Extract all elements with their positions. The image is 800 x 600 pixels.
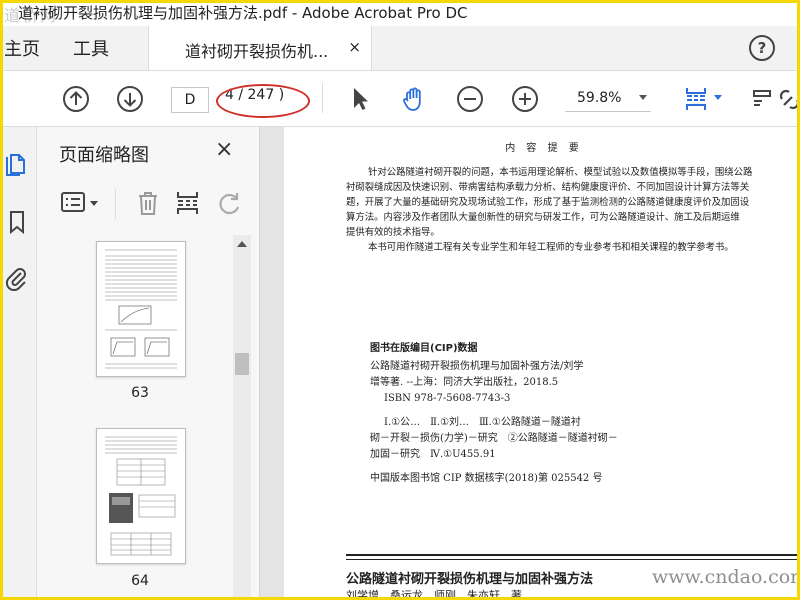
options-menu-icon[interactable] (59, 189, 103, 217)
highlight-oval-annotation (216, 84, 310, 118)
insert-page-icon[interactable] (173, 189, 203, 217)
cip-line: 公路隧道衬砌开裂损伤机理与加固补强方法/刘学 (370, 361, 584, 372)
select-cursor-icon[interactable] (346, 85, 374, 113)
thumbnail-list: 63 64 (37, 235, 237, 600)
book-title: 公路隧道衬砌开裂损伤机理与加固补强方法 (346, 572, 594, 587)
summary-line: 本书可用作隧道工程有关专业学生和年轻工程师的专业参考书和相关课程的教学参考书。 (368, 242, 734, 253)
scrollbar-thumb[interactable] (235, 353, 249, 375)
thumbnail-page-number: 64 (131, 573, 149, 589)
previous-page-icon[interactable] (62, 85, 90, 113)
zoom-select[interactable]: 59.8% (565, 87, 651, 112)
page-number-input[interactable]: D (171, 87, 209, 113)
cip-line: 加固－研究 Ⅳ.①U455.91 (370, 449, 496, 460)
close-tab-icon[interactable]: × (348, 38, 361, 56)
watermark: www.cndao.com (652, 566, 800, 588)
hand-tool-icon[interactable] (400, 85, 428, 113)
close-panel-icon[interactable]: × (215, 137, 233, 162)
cip-heading: 图书在版编目(CIP)数据 (370, 343, 478, 354)
thumbnail-page[interactable] (96, 241, 186, 377)
window-title: 道衬砌开裂损伤机理与加固补强方法.pdf - Adobe Acrobat Pro… (18, 4, 468, 22)
divider-rule (346, 554, 800, 556)
panel-divider (115, 189, 116, 219)
tab-document-label: 道衬砌开裂损伤机... (185, 42, 329, 61)
help-icon[interactable]: ? (749, 35, 775, 61)
rotate-page-icon[interactable] (215, 189, 245, 217)
title-bar: 道桥网 道衬砌开裂损伤机理与加固补强方法.pdf - Adobe Acrobat… (0, 0, 800, 26)
thumbnail-page[interactable] (96, 428, 186, 564)
tab-document[interactable]: 道衬砌开裂损伤机... × (148, 26, 372, 70)
page-display-icon[interactable] (682, 85, 710, 113)
chevron-down-icon (639, 95, 647, 100)
cip-line: 中国版本图书馆 CIP 数据核字(2018)第 025542 号 (370, 473, 603, 484)
toolbar: D 4 / 247 ) 59.8% (0, 71, 800, 127)
zoom-value: 59.8% (577, 90, 622, 106)
summary-line: 算方法。内容涉及作者团队大量创新性的研究与研发工作，可为公路隧道设计、施工及后期… (346, 212, 740, 223)
document-page: 内 容 提 要 针对公路隧道衬砌开裂的问题，本书运用理论解析、模型试验以及数值模… (284, 127, 800, 600)
summary-line: 提供有效的技术指导。 (346, 227, 440, 238)
tab-home[interactable]: 主页 (4, 35, 40, 61)
thumbnail-scrollbar[interactable] (233, 235, 251, 600)
next-page-icon[interactable] (116, 85, 144, 113)
thumbnail-preview (105, 436, 177, 556)
book-authors: 刘学增 桑运龙 师刚 朱亦轩 著 (346, 589, 522, 600)
scroll-up-icon[interactable] (237, 241, 247, 247)
tab-bar: 主页 工具 道衬砌开裂损伤机... × ? (0, 26, 800, 71)
cip-line: Ⅰ.①公… Ⅱ.①刘… Ⅲ.①公路隧道－隧道衬 (384, 417, 581, 428)
summary-line: 针对公路隧道衬砌开裂的问题，本书运用理论解析、模型试验以及数值模拟等手段，围绕公… (368, 167, 753, 178)
page-thumbnails-icon[interactable] (4, 151, 30, 177)
divider-rule (346, 559, 800, 560)
toolbar-divider (322, 83, 323, 113)
zoom-in-icon[interactable] (511, 85, 539, 113)
trash-icon[interactable] (133, 189, 163, 217)
zoom-out-icon[interactable] (456, 85, 484, 113)
rotate-view-icon[interactable] (750, 85, 778, 113)
summary-line: 衬砌裂缝成因及快速识别、带病害结构承载力分析、结构健康度评价、不同加固设计计算方… (346, 182, 750, 193)
thumbnails-panel: 页面缩略图 × 63 64 (37, 127, 260, 600)
thumbnail-preview (105, 249, 177, 369)
cip-line: 砌－开裂－损伤(力学)－研究 ②公路隧道－隧道衬砌－ (370, 433, 618, 444)
link-icon[interactable] (778, 85, 800, 113)
attachment-icon[interactable] (4, 265, 30, 291)
panel-title: 页面缩略图 (59, 145, 149, 166)
navigation-rail (0, 127, 37, 600)
summary-line: 题，开展了大量的基础研究及现场试验工作，形成了基于监测检测的公路隧道健康度评价及… (346, 197, 750, 208)
bookmark-icon[interactable] (4, 209, 30, 235)
cip-line: ISBN 978-7-5608-7743-3 (384, 393, 511, 404)
page-display-dropdown-icon[interactable] (714, 95, 722, 100)
tab-tools[interactable]: 工具 (73, 35, 109, 61)
thumbnail-page-number: 63 (131, 385, 149, 401)
document-viewer[interactable]: 内 容 提 要 针对公路隧道衬砌开裂的问题，本书运用理论解析、模型试验以及数值模… (260, 127, 800, 600)
cip-line: 增等著. --上海：同济大学出版社，2018.5 (370, 377, 559, 388)
summary-title: 内 容 提 要 (505, 143, 583, 154)
